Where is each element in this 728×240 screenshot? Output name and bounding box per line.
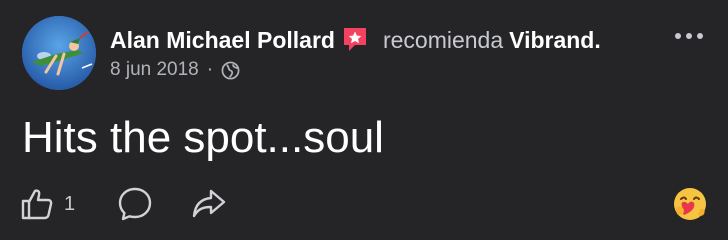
- recommends-text: recomienda: [382, 26, 504, 53]
- post-body: Hits the spot...soul: [22, 113, 384, 162]
- recommend-star-icon: [341, 25, 369, 53]
- globe-icon[interactable]: [221, 61, 240, 80]
- avatar-image: [22, 16, 96, 90]
- share-arrow-icon: [192, 189, 226, 218]
- post-meta: 8 jun 2018 ·: [110, 56, 240, 84]
- post-date[interactable]: 8 jun 2018: [110, 59, 199, 81]
- care-emoji-icon[interactable]: [672, 186, 708, 222]
- post-header: Alan Michael Pollard recomienda Vibrand.: [110, 24, 601, 56]
- author-name[interactable]: Alan Michael Pollard: [110, 27, 335, 54]
- avatar[interactable]: [22, 16, 96, 90]
- post-card: Alan Michael Pollard recomienda Vibrand.…: [0, 0, 728, 240]
- page-link[interactable]: Vibrand.: [509, 27, 601, 54]
- more-options-icon[interactable]: [672, 26, 706, 46]
- meta-separator: ·: [206, 59, 214, 80]
- like-count: 1: [64, 192, 76, 215]
- like-button[interactable]: 1: [20, 187, 75, 221]
- thumbs-up-icon: [21, 189, 53, 220]
- action-bar: 1: [20, 184, 227, 224]
- share-button[interactable]: [191, 186, 227, 222]
- comment-bubble-icon: [118, 187, 152, 221]
- comment-button[interactable]: [117, 186, 153, 222]
